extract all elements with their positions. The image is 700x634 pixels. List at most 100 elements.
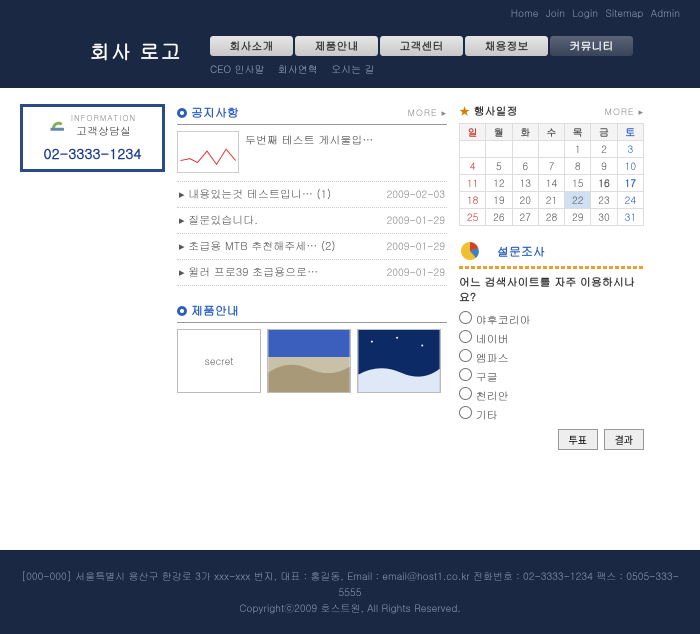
- top-link-sitemap[interactable]: Sitemap: [605, 6, 643, 20]
- sub-nav: CEO 인사말 회사연혁 오시는 길: [210, 62, 384, 76]
- calendar-dow: 금: [591, 124, 617, 141]
- survey-title: 설문조사: [497, 243, 545, 260]
- footer-line2: Copyrightⓒ2009 호스트원, All Rights Reserved…: [10, 600, 690, 616]
- calendar-day[interactable]: 31: [617, 209, 643, 226]
- nav-recruit[interactable]: 채용정보: [465, 36, 548, 56]
- calendar-day[interactable]: 30: [591, 209, 617, 226]
- calendar: 일월화수목금토 12345678910111213141516171819202…: [459, 123, 644, 226]
- calendar-day[interactable]: 24: [617, 192, 643, 209]
- product-thumb[interactable]: [357, 329, 441, 393]
- calendar-day[interactable]: 25: [460, 209, 486, 226]
- calendar-day[interactable]: 10: [617, 158, 643, 175]
- nav-company[interactable]: 회사소개: [210, 36, 293, 56]
- calendar-dow: 목: [565, 124, 591, 141]
- result-button[interactable]: 결과: [604, 429, 644, 450]
- product-row: secret: [177, 329, 447, 393]
- survey-radio[interactable]: [459, 368, 472, 381]
- list-item: ▸ 초급용 MTB 추천해주세… (2) 2009-01-29: [177, 234, 447, 260]
- survey-option[interactable]: 엠파스: [459, 349, 644, 366]
- vote-button[interactable]: 투표: [558, 429, 598, 450]
- calendar-day[interactable]: 5: [486, 158, 512, 175]
- calendar-day: [460, 141, 486, 158]
- info-label-title: 고객상담실: [71, 124, 136, 139]
- notice-item-title[interactable]: ▸ 윌러 프로39 초급용으로…: [179, 265, 318, 280]
- survey-radio[interactable]: [459, 387, 472, 400]
- notice-item-title[interactable]: ▸ 내용있는것 테스트입니… (1): [179, 187, 331, 202]
- calendar-day[interactable]: 29: [565, 209, 591, 226]
- calendar-day[interactable]: 23: [591, 192, 617, 209]
- divider: [459, 266, 644, 269]
- survey-radio[interactable]: [459, 406, 472, 419]
- calendar-day[interactable]: 26: [486, 209, 512, 226]
- calendar-day[interactable]: 28: [538, 209, 564, 226]
- calendar-day[interactable]: 22: [565, 192, 591, 209]
- notice-item-title[interactable]: ▸ 질문있습니다.: [179, 213, 258, 228]
- sub-nav-ceo[interactable]: CEO 인사말: [210, 62, 264, 76]
- survey-option[interactable]: 야후코리아: [459, 311, 644, 328]
- phone-icon: [49, 118, 67, 134]
- top-link-admin[interactable]: Admin: [651, 6, 680, 20]
- notice-item-date: 2009-01-29: [387, 239, 445, 254]
- calendar-day[interactable]: 27: [512, 209, 538, 226]
- footer: [000-000] 서울특별시 용산구 한강로 3가 xxx-xxx 번지, 대…: [0, 550, 700, 634]
- site-logo[interactable]: 회사 로고: [90, 36, 182, 65]
- calendar-title: ★ 행사일정: [459, 104, 518, 119]
- header: Home Join Login Sitemap Admin 회사 로고 회사소개…: [0, 0, 700, 88]
- nav-products[interactable]: 제품안내: [295, 36, 378, 56]
- nav-customer[interactable]: 고객센터: [380, 36, 463, 56]
- calendar-day[interactable]: 12: [486, 175, 512, 192]
- calendar-day[interactable]: 13: [512, 175, 538, 192]
- calendar-day[interactable]: 15: [565, 175, 591, 192]
- calendar-day[interactable]: 17: [617, 175, 643, 192]
- survey-options: 야후코리아 네이버 엠파스 구글 천리안 기타: [459, 311, 644, 423]
- calendar-day[interactable]: 14: [538, 175, 564, 192]
- calendar-day[interactable]: 19: [486, 192, 512, 209]
- notice-list: ▸ 내용있는것 테스트입니… (1)2009-02-03 ▸ 질문있습니다.20…: [177, 181, 447, 286]
- notice-item-date: 2009-02-03: [387, 187, 445, 202]
- calendar-day[interactable]: 9: [591, 158, 617, 175]
- top-link-home[interactable]: Home: [511, 6, 539, 20]
- calendar-day: [538, 141, 564, 158]
- calendar-dow: 화: [512, 124, 538, 141]
- notice-more[interactable]: MORE ▸: [408, 106, 447, 119]
- calendar-day[interactable]: 7: [538, 158, 564, 175]
- list-item: ▸ 질문있습니다.2009-01-29: [177, 208, 447, 234]
- bullet-icon: [177, 108, 187, 118]
- top-links: Home Join Login Sitemap Admin: [507, 6, 680, 20]
- product-thumb[interactable]: [267, 329, 351, 393]
- calendar-day[interactable]: 3: [617, 141, 643, 158]
- bullet-icon: [177, 306, 187, 316]
- calendar-day[interactable]: 4: [460, 158, 486, 175]
- calendar-day[interactable]: 21: [538, 192, 564, 209]
- calendar-day[interactable]: 1: [565, 141, 591, 158]
- calendar-day[interactable]: 16: [591, 175, 617, 192]
- calendar-day[interactable]: 2: [591, 141, 617, 158]
- calendar-more[interactable]: MORE ▸: [605, 105, 644, 118]
- sub-nav-history[interactable]: 회사연혁: [278, 62, 318, 76]
- notice-featured[interactable]: 두번째 테스트 게시물입…: [177, 131, 447, 173]
- top-link-login[interactable]: Login: [572, 6, 598, 20]
- products-title: 제품안내: [177, 302, 239, 319]
- notice-item-date: 2009-01-29: [387, 265, 445, 280]
- survey-option[interactable]: 네이버: [459, 330, 644, 347]
- calendar-day[interactable]: 11: [460, 175, 486, 192]
- calendar-day[interactable]: 6: [512, 158, 538, 175]
- notice-item-title[interactable]: ▸ 초급용 MTB 추천해주세… (2): [179, 239, 336, 254]
- calendar-day[interactable]: 18: [460, 192, 486, 209]
- nav-community[interactable]: 커뮤니티: [550, 36, 633, 56]
- product-thumb[interactable]: secret: [177, 329, 261, 393]
- survey-radio[interactable]: [459, 330, 472, 343]
- survey-radio[interactable]: [459, 311, 472, 324]
- info-phone: 02-3333-1234: [29, 143, 156, 163]
- survey-option[interactable]: 구글: [459, 368, 644, 385]
- survey-option[interactable]: 기타: [459, 406, 644, 423]
- survey-option[interactable]: 천리안: [459, 387, 644, 404]
- info-label-small: INFORMATION: [71, 113, 136, 124]
- footer-line1: [000-000] 서울특별시 용산구 한강로 3가 xxx-xxx 번지, 대…: [10, 568, 690, 600]
- main-nav: 회사소개 제품안내 고객센터 채용정보 커뮤니티: [210, 36, 633, 56]
- top-link-join[interactable]: Join: [546, 6, 565, 20]
- survey-radio[interactable]: [459, 349, 472, 362]
- calendar-day[interactable]: 8: [565, 158, 591, 175]
- sub-nav-location[interactable]: 오시는 길: [331, 62, 374, 76]
- calendar-day[interactable]: 20: [512, 192, 538, 209]
